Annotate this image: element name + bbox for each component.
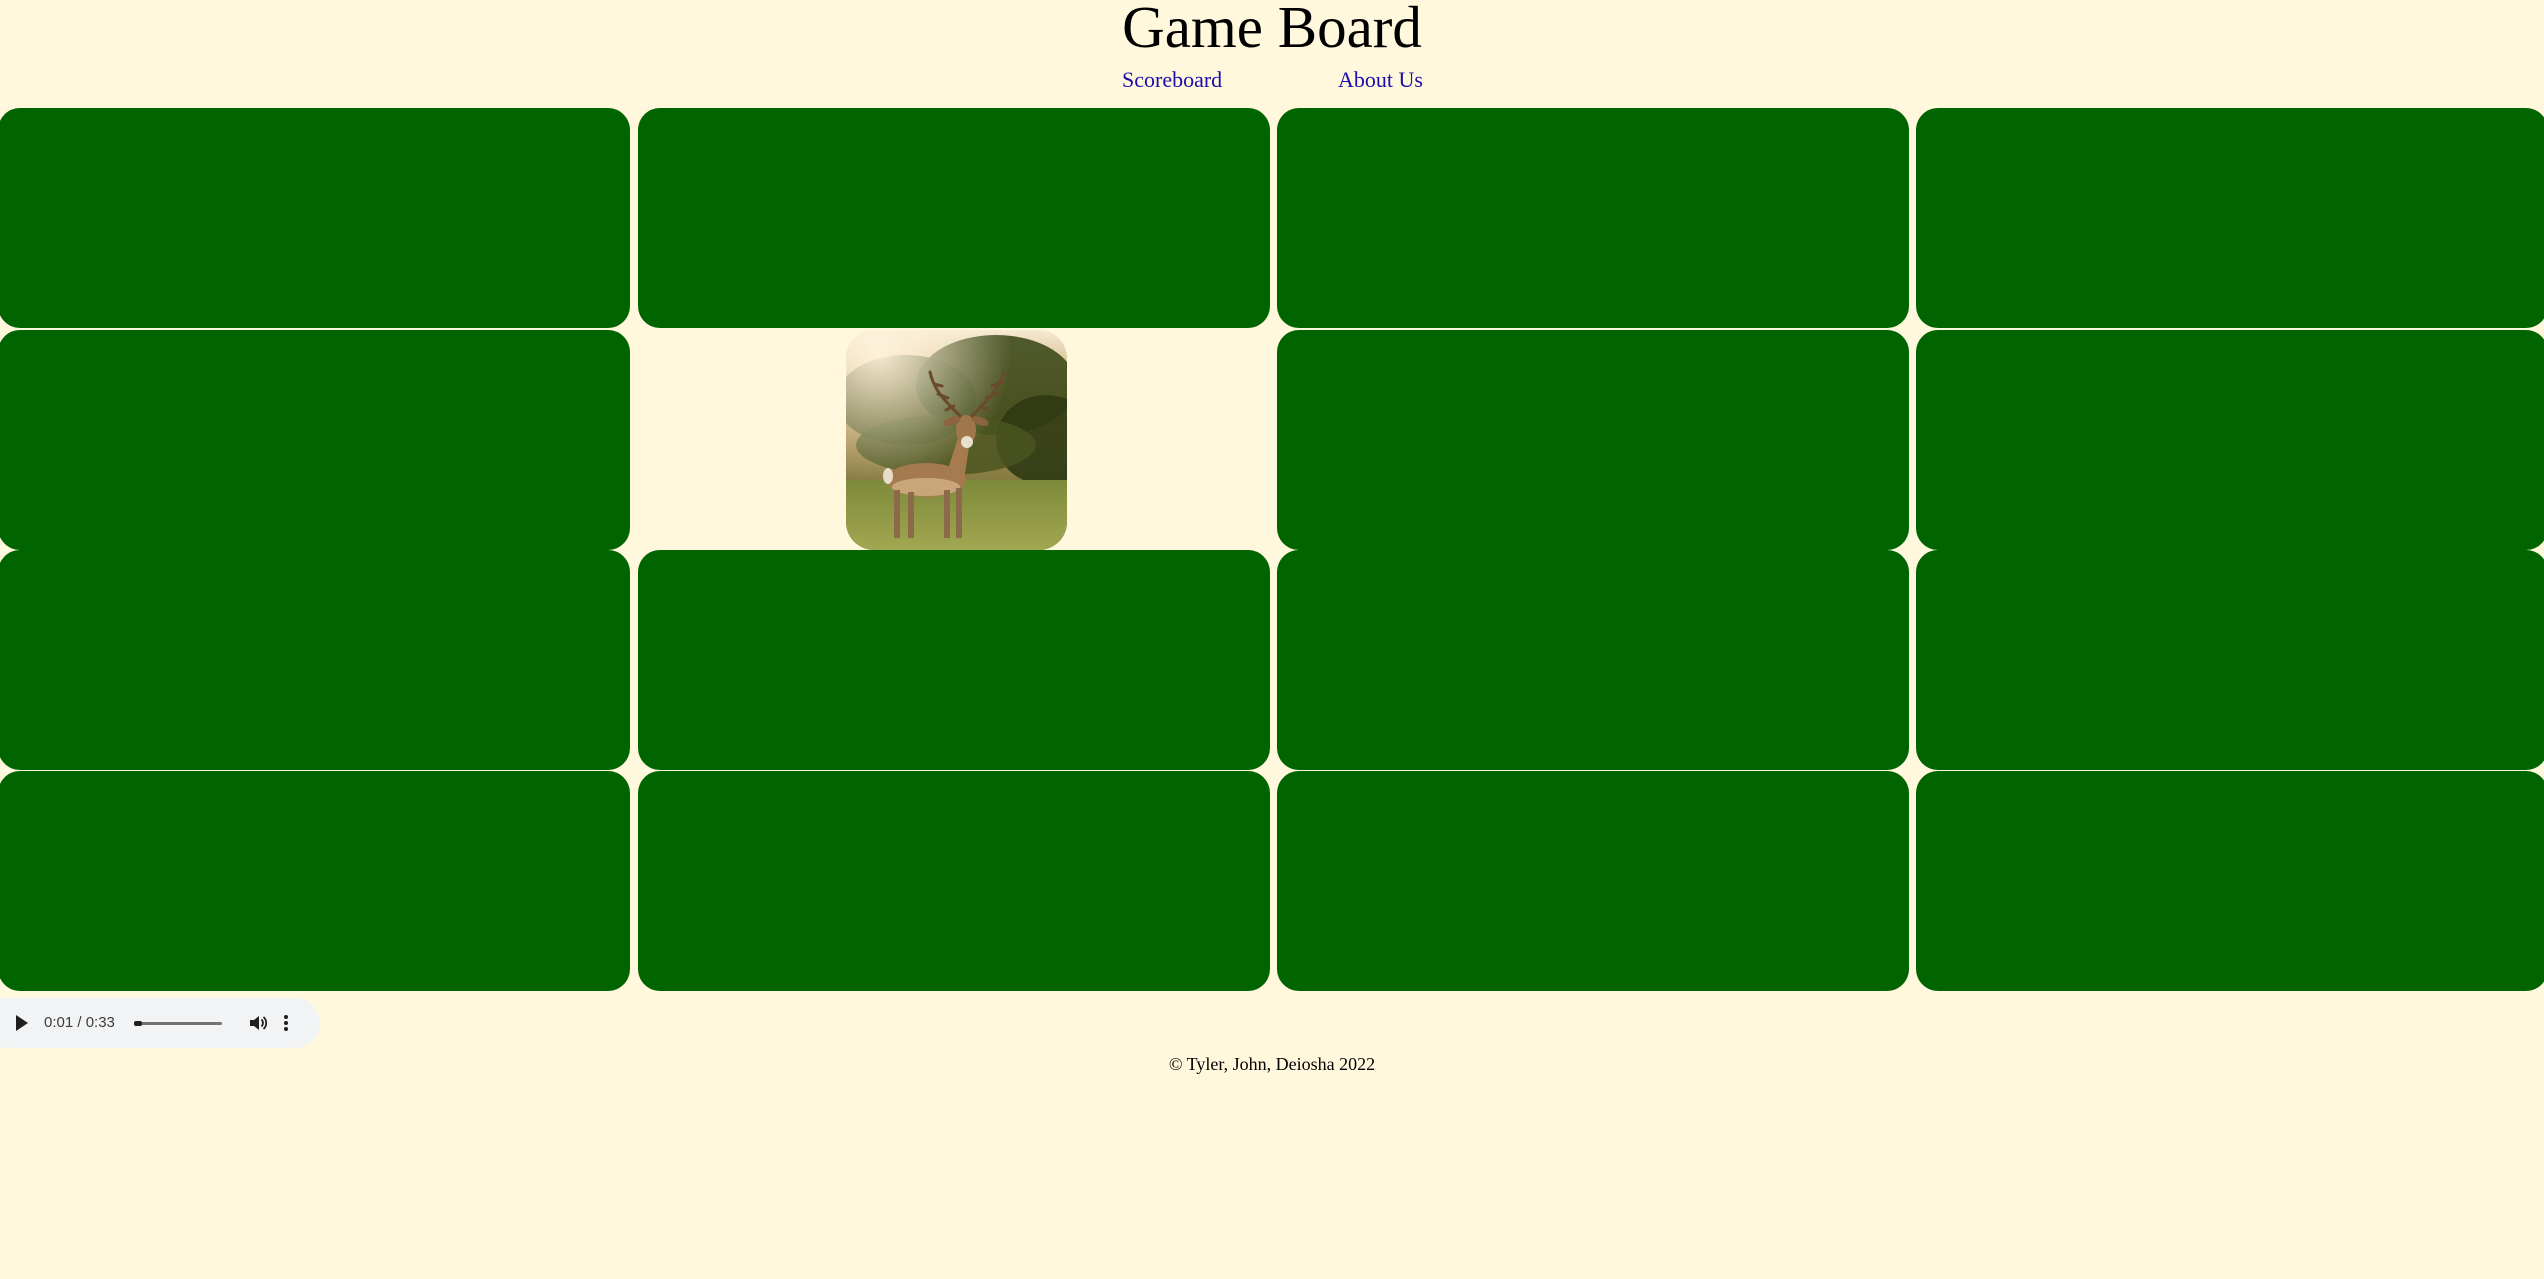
main-nav: Scoreboard About Us bbox=[0, 64, 2544, 96]
game-board bbox=[0, 108, 2544, 992]
nav-link-scoreboard[interactable]: Scoreboard bbox=[1122, 64, 1222, 96]
page-title: Game Board bbox=[1122, 0, 1422, 60]
audio-seek-bar[interactable] bbox=[134, 1021, 222, 1026]
audio-seek-progress bbox=[134, 1021, 142, 1026]
card-r1-c4[interactable] bbox=[1916, 108, 2544, 328]
card-r3-c2[interactable] bbox=[638, 550, 1270, 770]
card-r4-c4[interactable] bbox=[1916, 771, 2544, 991]
nav-link-about-us[interactable]: About Us bbox=[1338, 64, 1423, 96]
card-r4-c2[interactable] bbox=[638, 771, 1270, 991]
audio-player: 0:01 / 0:33 bbox=[0, 998, 320, 1048]
audio-time: 0:01 / 0:33 bbox=[44, 1014, 115, 1031]
card-r3-c1[interactable] bbox=[0, 550, 630, 770]
play-icon[interactable] bbox=[16, 1015, 28, 1031]
card-r2-c2[interactable] bbox=[638, 330, 1270, 550]
card-r4-c1[interactable] bbox=[0, 771, 630, 991]
footer-copyright: © Tyler, John, Deiosha 2022 bbox=[1168, 1054, 1376, 1074]
deer-image bbox=[846, 330, 1067, 550]
card-r1-c2[interactable] bbox=[638, 108, 1270, 328]
volume-icon[interactable] bbox=[248, 1013, 268, 1033]
card-r1-c1[interactable] bbox=[0, 108, 630, 328]
card-r2-c4[interactable] bbox=[1916, 330, 2544, 550]
card-r2-c1[interactable] bbox=[0, 330, 630, 550]
card-r3-c3[interactable] bbox=[1277, 550, 1909, 770]
card-r1-c3[interactable] bbox=[1277, 108, 1909, 328]
card-r2-c3[interactable] bbox=[1277, 330, 1909, 550]
more-options-icon[interactable] bbox=[282, 1013, 290, 1033]
card-r3-c4[interactable] bbox=[1916, 550, 2544, 770]
card-r4-c3[interactable] bbox=[1277, 771, 1909, 991]
